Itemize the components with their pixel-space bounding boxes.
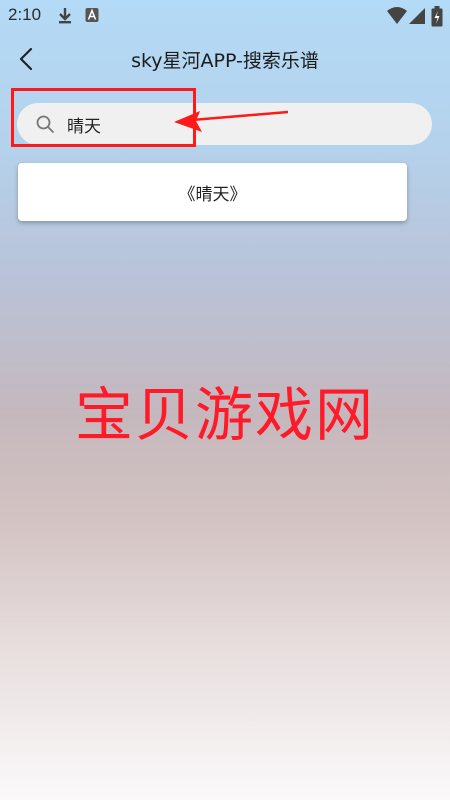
annotation-arrow-icon	[174, 110, 289, 132]
status-time: 2:10	[8, 5, 42, 24]
battery-icon	[431, 6, 443, 32]
result-label: 《晴天》	[178, 184, 247, 205]
page-title: sky星河APP-搜索乐谱	[131, 50, 319, 72]
status-bar: 2:10	[0, 0, 450, 32]
signal-icon	[408, 6, 426, 30]
annotation-highlight-box	[11, 88, 196, 147]
wifi-icon	[386, 6, 408, 30]
a-notification-icon	[85, 6, 99, 30]
watermark-text: 宝贝游戏网	[74, 381, 375, 449]
download-icon	[56, 6, 74, 30]
search-result-item[interactable]: 《晴天》	[18, 163, 407, 221]
app-header: sky星河APP-搜索乐谱	[0, 38, 450, 80]
